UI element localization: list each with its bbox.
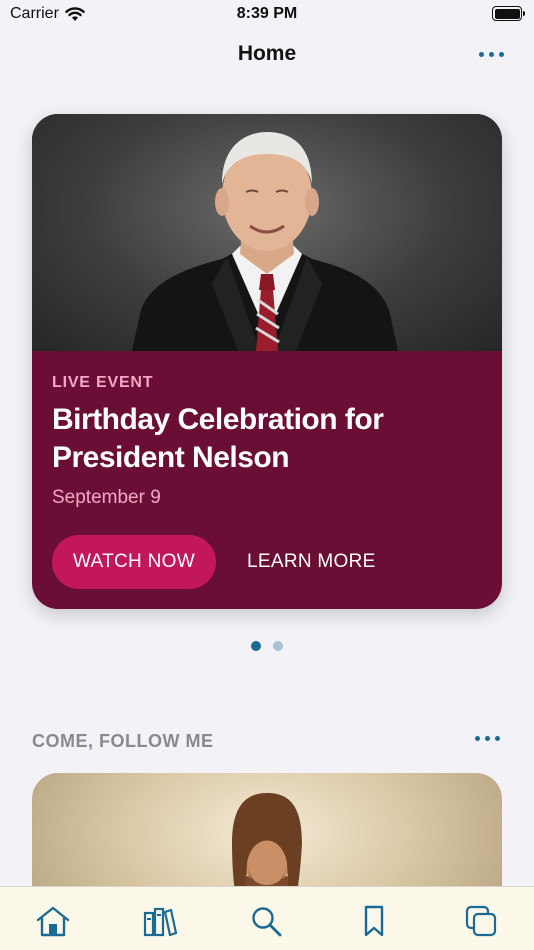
battery-icon bbox=[492, 6, 525, 21]
screens-icon bbox=[465, 905, 496, 937]
section-more-button[interactable] bbox=[475, 736, 500, 741]
status-time: 8:39 PM bbox=[236, 5, 298, 22]
tab-bar bbox=[0, 886, 534, 950]
page-dot-1[interactable] bbox=[251, 641, 261, 651]
page-dot-2[interactable] bbox=[273, 641, 283, 651]
tab-search[interactable] bbox=[247, 905, 287, 939]
portrait-image bbox=[32, 114, 502, 351]
more-options-button[interactable] bbox=[479, 52, 504, 57]
bookmark-icon bbox=[364, 905, 383, 937]
event-details: LIVE EVENT Birthday Celebration for Pres… bbox=[32, 351, 502, 609]
watch-now-button[interactable]: WATCH NOW bbox=[52, 535, 216, 589]
tab-screens[interactable] bbox=[461, 905, 501, 939]
tab-home[interactable] bbox=[33, 905, 73, 939]
learn-more-button[interactable]: LEARN MORE bbox=[247, 535, 376, 589]
section-title: COME, FOLLOW ME bbox=[32, 731, 214, 751]
navigation-bar: Home bbox=[0, 30, 534, 80]
carousel-page-indicator[interactable] bbox=[0, 641, 534, 651]
featured-event-card[interactable]: LIVE EVENT Birthday Celebration for Pres… bbox=[32, 114, 502, 609]
tab-library[interactable] bbox=[140, 905, 180, 939]
event-date: September 9 bbox=[52, 487, 161, 508]
event-type-label: LIVE EVENT bbox=[52, 374, 154, 391]
status-bar: Carrier 8:39 PM bbox=[0, 0, 534, 30]
home-icon bbox=[37, 906, 70, 937]
tab-saved[interactable] bbox=[354, 905, 394, 939]
library-icon bbox=[144, 907, 178, 937]
ellipsis-icon bbox=[479, 52, 484, 57]
page-title: Home bbox=[237, 42, 297, 65]
ellipsis-icon bbox=[475, 736, 480, 741]
search-icon bbox=[252, 907, 282, 937]
event-title: Birthday Celebration for President Nelso… bbox=[52, 403, 384, 474]
